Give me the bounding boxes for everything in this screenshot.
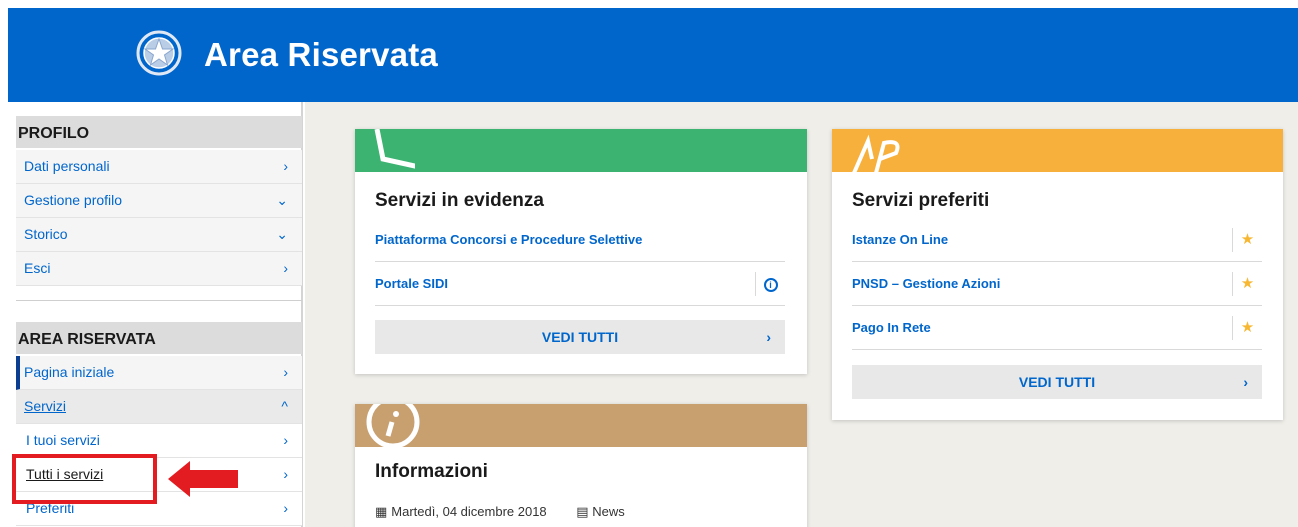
chevron-down-icon: ⌄: [276, 192, 288, 208]
news-date: Martedì, 04 dicembre 2018: [391, 504, 547, 519]
page-title: Area Riservata: [204, 36, 438, 73]
sidebar-item-storico[interactable]: Storico ⌄: [16, 218, 302, 252]
annotation-arrow-icon: [168, 461, 238, 497]
chevron-down-icon: ⌄: [276, 226, 288, 242]
info-tail: i: [755, 272, 785, 296]
emblem-icon: [136, 30, 182, 76]
handshake-icon: [852, 134, 900, 172]
news-meta: ▦ Martedì, 04 dicembre 2018 ▤ News: [375, 504, 625, 520]
see-all-button[interactable]: VEDI TUTTI ›: [852, 365, 1262, 399]
service-link-pnsd[interactable]: PNSD – Gestione Azioni ★: [852, 262, 1262, 306]
card-servizi-preferiti: Servizi preferiti Istanze On Line ★ PNSD…: [832, 129, 1283, 420]
service-link-piattaforma-concorsi[interactable]: Piattaforma Concorsi e Procedure Seletti…: [375, 218, 785, 262]
chevron-right-icon: ›: [283, 260, 288, 276]
newspaper-icon: ▤: [576, 504, 589, 519]
card-title: Servizi in evidenza: [375, 190, 544, 211]
card-band: [832, 129, 1283, 172]
annotation-highlight-box: [12, 454, 157, 504]
star-icon[interactable]: ★: [1232, 316, 1262, 340]
chevron-right-icon: ›: [283, 432, 288, 448]
page-header: Area Riservata: [8, 8, 1298, 102]
calendar-icon: ▦: [375, 504, 388, 519]
card-servizi-evidenza: Servizi in evidenza Piattaforma Concorsi…: [355, 129, 807, 374]
star-icon[interactable]: ★: [1232, 228, 1262, 252]
chevron-right-icon: ›: [1243, 374, 1248, 390]
card-title: Informazioni: [375, 461, 488, 482]
card-title: Servizi preferiti: [852, 190, 990, 211]
sidebar-item-esci[interactable]: Esci ›: [16, 252, 302, 286]
service-link-istanze-online[interactable]: Istanze On Line ★: [852, 218, 1262, 262]
sidebar-item-i-tuoi-servizi[interactable]: I tuoi servizi ›: [16, 424, 302, 458]
sidebar-divider: [16, 300, 302, 301]
info-circle-icon: [366, 404, 420, 447]
bell-icon: [374, 129, 420, 170]
see-all-button[interactable]: VEDI TUTTI ›: [375, 320, 785, 354]
sidebar-item-gestione-profilo[interactable]: Gestione profilo ⌄: [16, 184, 302, 218]
profile-heading: PROFILO: [16, 116, 302, 148]
chevron-right-icon: ›: [283, 364, 288, 380]
sidebar-item-dati-personali[interactable]: Dati personali ›: [16, 150, 302, 184]
star-icon[interactable]: ★: [1232, 272, 1262, 296]
info-icon[interactable]: i: [763, 278, 778, 292]
area-riservata-heading: AREA RISERVATA: [16, 322, 302, 354]
service-link-pago-in-rete[interactable]: Pago In Rete ★: [852, 306, 1262, 350]
sidebar-item-pagina-iniziale[interactable]: Pagina iniziale ›: [16, 356, 302, 390]
card-band: [355, 404, 807, 447]
news-category[interactable]: News: [592, 504, 625, 519]
service-link-portale-sidi[interactable]: Portale SIDI i: [375, 262, 785, 306]
chevron-up-icon: ^: [281, 398, 288, 414]
chevron-right-icon: ›: [283, 466, 288, 482]
sidebar-item-servizi[interactable]: Servizi ^: [16, 390, 302, 424]
chevron-right-icon: ›: [283, 158, 288, 174]
chevron-right-icon: ›: [766, 329, 771, 345]
card-band: [355, 129, 807, 172]
main-content: Servizi in evidenza Piattaforma Concorsi…: [305, 102, 1298, 527]
chevron-right-icon: ›: [283, 500, 288, 516]
